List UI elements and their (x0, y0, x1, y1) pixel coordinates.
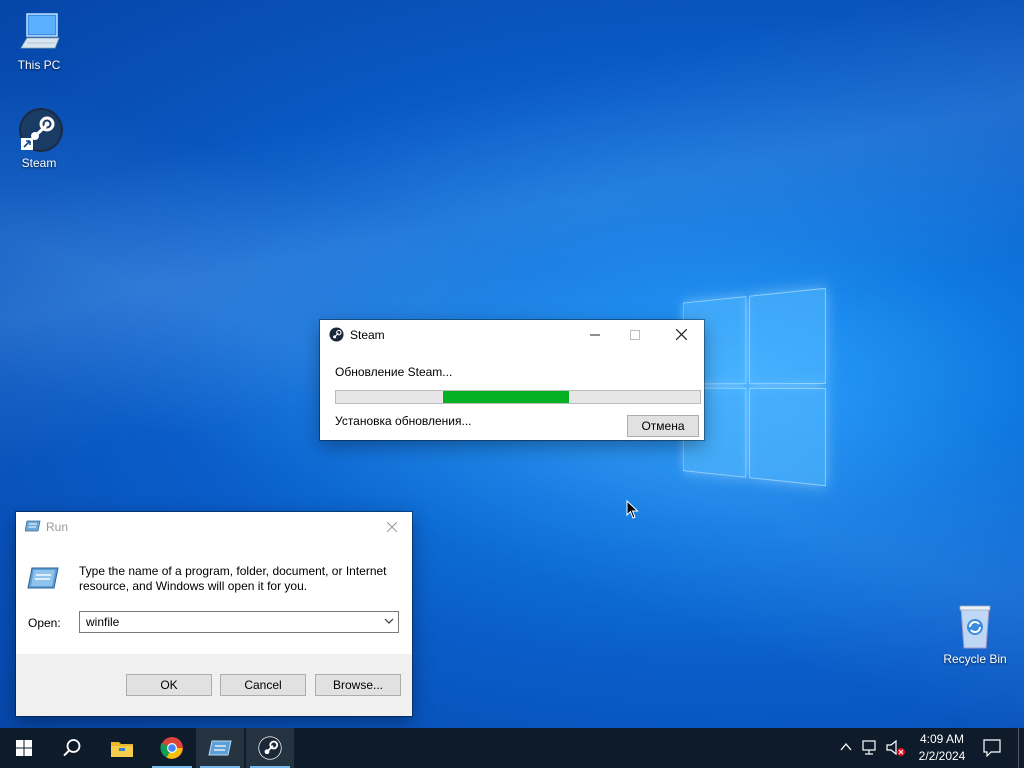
run-dialog: Run Type the name of a program, folder, … (16, 512, 412, 716)
logo-pane (749, 287, 826, 385)
steam-icon (329, 327, 344, 342)
chevron-up-icon[interactable] (840, 742, 852, 752)
steam-progress-fill (443, 391, 569, 403)
taskbar-run[interactable] (196, 728, 244, 768)
taskbar-file-explorer[interactable] (98, 728, 146, 768)
mouse-cursor-icon (626, 500, 639, 519)
start-icon (16, 740, 32, 756)
show-desktop-button[interactable] (1018, 728, 1024, 768)
recycle-bin-icon (951, 602, 999, 650)
volume-muted-icon[interactable] (886, 739, 906, 757)
run-footer: OK Cancel Browse... (16, 654, 412, 716)
close-icon (675, 328, 687, 341)
open-label: Open: (28, 616, 61, 630)
logo-pane (749, 387, 826, 487)
run-description: Type the name of a program, folder, docu… (79, 564, 387, 594)
taskbar-steam[interactable] (246, 728, 294, 768)
close-button[interactable] (658, 320, 704, 350)
run-description-line: Type the name of a program, folder, docu… (79, 564, 387, 578)
steam-progress-bar (335, 390, 701, 404)
open-input[interactable]: winfile (86, 615, 119, 629)
search-button[interactable] (48, 728, 96, 768)
steam-cancel-button[interactable]: Отмена (627, 415, 699, 437)
run-program-icon (27, 567, 59, 589)
cancel-button[interactable]: Cancel (220, 674, 306, 696)
desktop: This PC Steam Recycle Bin Steam Обновлен… (0, 0, 1024, 728)
steam-titlebar[interactable]: Steam (320, 320, 704, 350)
clock-time: 4:09 AM (919, 732, 965, 746)
steam-update-dialog: Steam Обновление Steam... Установка обно… (320, 320, 704, 440)
desktop-icon-label: Steam (21, 156, 57, 170)
run-icon (25, 520, 41, 532)
search-icon (63, 739, 81, 757)
desktop-icon-label: Recycle Bin (943, 652, 1007, 666)
browse-button[interactable]: Browse... (315, 674, 401, 696)
start-button[interactable] (0, 728, 48, 768)
maximize-icon (630, 330, 640, 340)
taskbar: 4:09 AM 2/2/2024 (0, 728, 1024, 768)
run-icon (208, 740, 232, 756)
taskbar-chrome[interactable] (148, 728, 196, 768)
run-dialog-title: Run (46, 520, 69, 534)
chevron-down-icon[interactable] (384, 618, 394, 625)
steam-icon (15, 106, 63, 154)
steam-status-text: Обновление Steam... (335, 365, 453, 379)
computer-icon (15, 8, 63, 56)
open-combobox[interactable]: winfile (79, 611, 399, 633)
network-icon[interactable] (862, 740, 880, 756)
desktop-icon-label: This PC (17, 58, 61, 72)
steam-icon (258, 736, 282, 760)
ok-button[interactable]: OK (126, 674, 212, 696)
desktop-icon-this-pc[interactable]: This PC (7, 8, 71, 72)
desktop-icon-steam[interactable]: Steam (7, 106, 71, 170)
minimize-icon (590, 334, 600, 336)
chrome-icon (160, 737, 183, 759)
notification-icon[interactable] (983, 739, 1001, 757)
desktop-icon-recycle-bin[interactable]: Recycle Bin (942, 602, 1008, 666)
run-titlebar[interactable]: Run (16, 512, 412, 542)
run-close-button[interactable] (374, 512, 410, 542)
system-clock[interactable]: 4:09 AM 2/2/2024 (912, 731, 972, 765)
windows-logo-wallpaper (682, 287, 826, 487)
clock-date: 2/2/2024 (918, 749, 966, 763)
file-explorer-icon (111, 742, 133, 757)
close-icon (386, 521, 398, 533)
steam-dialog-title: Steam (350, 328, 385, 342)
maximize-button (612, 320, 658, 350)
run-description-line: resource, and Windows will open it for y… (79, 579, 308, 593)
steam-substatus-text: Установка обновления... (335, 414, 472, 428)
